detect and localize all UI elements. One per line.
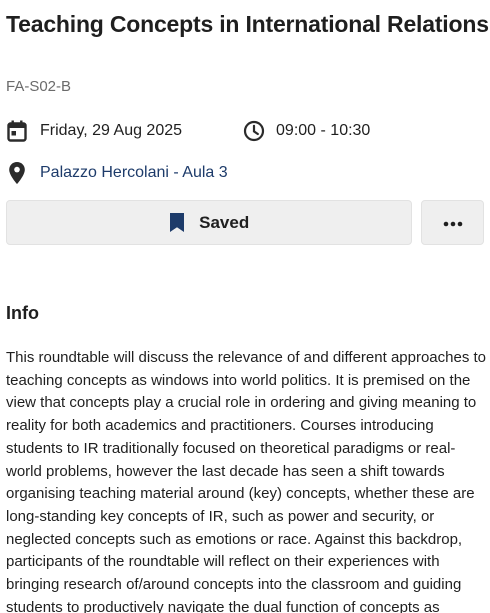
- session-title: Teaching Concepts in International Relat…: [6, 11, 489, 37]
- bookmark-icon: [169, 212, 185, 233]
- session-location-row: Palazzo Hercolani - Aula 3: [6, 161, 484, 185]
- clock-icon: [243, 120, 265, 142]
- session-code: FA-S02-B: [6, 78, 72, 95]
- session-time-text: 09:00 - 10:30: [276, 122, 371, 139]
- calendar-icon: [6, 120, 28, 142]
- session-datetime-row: Friday, 29 Aug 2025 09:00 - 10:30: [6, 119, 484, 143]
- session-description: This roundtable will discuss the relevan…: [6, 349, 487, 613]
- session-detail-page: Teaching Concepts in International Relat…: [0, 0, 490, 613]
- session-time: 09:00 - 10:30: [243, 120, 370, 142]
- more-options-button[interactable]: [421, 200, 484, 245]
- location-link[interactable]: Palazzo Hercolani - Aula 3: [40, 164, 228, 182]
- saved-button[interactable]: Saved: [6, 200, 413, 245]
- session-date: Friday, 29 Aug 2025: [6, 120, 182, 142]
- more-horizontal-icon: [443, 214, 463, 232]
- session-date-text: Friday, 29 Aug 2025: [40, 122, 183, 139]
- map-pin-icon: [6, 161, 28, 185]
- session-actions: Saved: [6, 200, 484, 245]
- info-heading: Info: [6, 303, 39, 323]
- saved-button-label: Saved: [199, 212, 250, 232]
